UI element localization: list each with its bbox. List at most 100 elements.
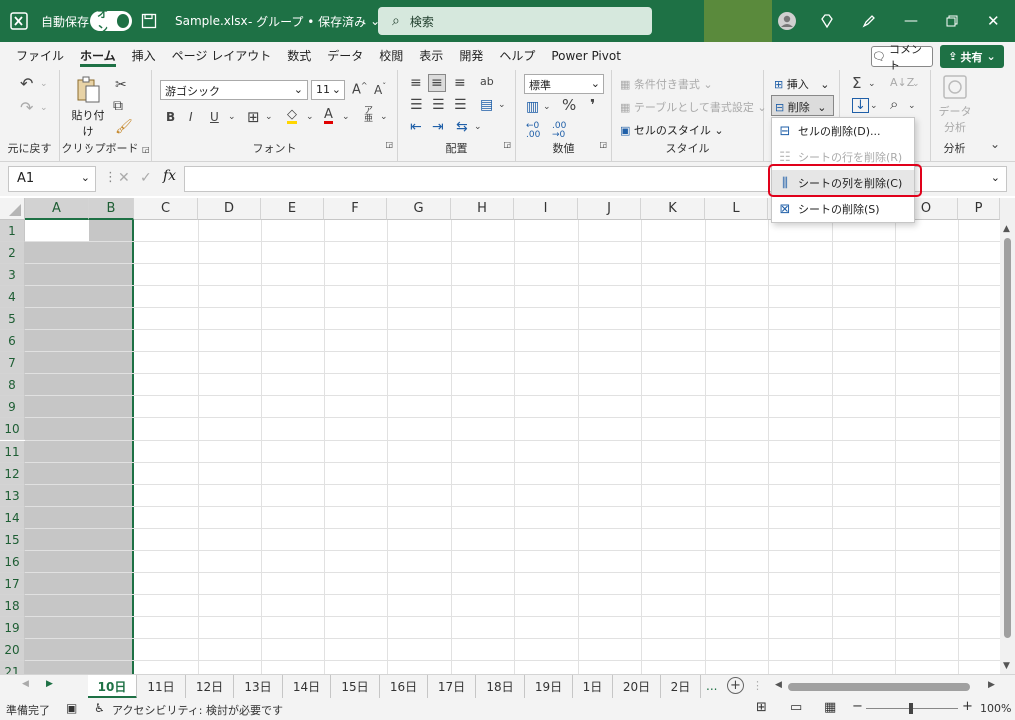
tab-file[interactable]: ファイル xyxy=(8,42,72,70)
search-box[interactable]: ⌕ 検索 xyxy=(378,7,652,35)
macro-record-icon[interactable]: ▣ xyxy=(66,701,77,715)
row-header[interactable]: 12 xyxy=(0,462,25,485)
save-icon[interactable] xyxy=(141,0,157,42)
tab-page-layout[interactable]: ページ レイアウト xyxy=(164,42,280,70)
row-header[interactable]: 3 xyxy=(0,264,25,287)
collapse-ribbon-icon[interactable]: ⌄ xyxy=(990,138,1000,150)
column-header[interactable]: K xyxy=(641,198,705,220)
sheet-tab[interactable]: 20日 xyxy=(613,675,661,699)
delete-button[interactable]: ⊟ 削除 ⌄ xyxy=(771,95,834,116)
sheet-tab[interactable]: 13日 xyxy=(234,675,283,699)
sheet-tab[interactable]: 17日 xyxy=(428,675,476,699)
vertical-scroll-thumb[interactable] xyxy=(1004,238,1011,638)
comment-button[interactable]: 🗨 コメント xyxy=(871,43,933,72)
tab-power-pivot[interactable]: Power Pivot xyxy=(543,42,629,70)
column-header[interactable]: I xyxy=(514,198,578,220)
vertical-scrollbar[interactable]: ▲ ▼ xyxy=(1000,198,1015,674)
menu-item-delete-sheet[interactable]: ⊠ シートの削除(S) xyxy=(772,196,914,222)
sheet-tab[interactable]: 19日 xyxy=(525,675,573,699)
tab-developer[interactable]: 開発 xyxy=(451,42,491,70)
align-center-icon[interactable]: ☰ xyxy=(432,98,445,112)
account-avatar[interactable] xyxy=(777,0,797,42)
row-header[interactable]: 15 xyxy=(0,528,25,551)
align-middle-icon[interactable]: ≡ xyxy=(428,74,446,92)
phonetic-icon[interactable]: ア亜 xyxy=(364,107,373,124)
zoom-in-icon[interactable]: + xyxy=(962,699,973,714)
increase-decimal-icon[interactable]: ←0.00 xyxy=(526,122,540,140)
normal-view-icon[interactable]: ⊞ xyxy=(756,700,767,715)
autosum-icon[interactable]: Σ xyxy=(852,76,861,91)
row-header[interactable]: 4 xyxy=(0,286,25,309)
column-header[interactable]: A xyxy=(25,198,89,220)
row-header[interactable]: 6 xyxy=(0,330,25,353)
data-analysis-button[interactable]: データ 分析 xyxy=(937,74,973,135)
row-header[interactable]: 7 xyxy=(0,352,25,375)
find-select-icon[interactable]: ⌕ xyxy=(890,97,898,112)
cancel-icon[interactable]: ✕ xyxy=(118,170,130,186)
prev-sheet-icon[interactable]: ◀ xyxy=(22,679,29,689)
zoom-out-icon[interactable]: − xyxy=(852,699,863,714)
enter-icon[interactable]: ✓ xyxy=(140,170,152,186)
font-color-icon[interactable]: A xyxy=(324,108,333,124)
sheet-tab[interactable]: 2日 xyxy=(661,675,701,699)
decrease-indent-icon[interactable]: ⇤ xyxy=(410,120,422,134)
sheet-tab[interactable]: 15日 xyxy=(331,675,380,699)
number-format-select[interactable]: 標準 ⌄ xyxy=(524,74,604,94)
row-header[interactable]: 10 xyxy=(0,418,25,441)
italic-icon[interactable]: I xyxy=(189,111,193,123)
bold-icon[interactable]: B xyxy=(166,111,175,123)
zoom-level[interactable]: 100% xyxy=(980,702,1011,715)
fill-icon[interactable]: ↓ xyxy=(852,98,869,113)
row-header[interactable]: 8 xyxy=(0,374,25,397)
tab-help[interactable]: ヘルプ xyxy=(491,42,543,70)
row-header[interactable]: 2 xyxy=(0,242,25,265)
name-box[interactable]: A1 ⌄ xyxy=(8,166,96,192)
tab-review[interactable]: 校閲 xyxy=(371,42,411,70)
worksheet-grid[interactable]: A B C D E F G H I J K L M N O P 12345678… xyxy=(0,198,1015,674)
row-header[interactable]: 13 xyxy=(0,484,25,507)
copy-icon[interactable]: ⧉ xyxy=(113,99,123,113)
align-top-icon[interactable]: ≡ xyxy=(410,76,422,90)
sheet-tab[interactable]: 18日 xyxy=(476,675,525,699)
autosave-toggle[interactable]: オン xyxy=(90,0,132,42)
column-header[interactable]: F xyxy=(324,198,387,220)
sheet-tab[interactable]: 10日 xyxy=(88,675,137,699)
active-cell[interactable] xyxy=(25,220,89,241)
column-header[interactable]: J xyxy=(578,198,641,220)
row-header[interactable]: 19 xyxy=(0,616,25,639)
minimize-icon[interactable]: — xyxy=(904,0,918,42)
align-left-icon[interactable]: ☰ xyxy=(410,98,423,112)
row-header[interactable]: 20 xyxy=(0,638,25,661)
column-header[interactable]: L xyxy=(705,198,768,220)
insert-button[interactable]: ⊞ 挿入 ⌄ xyxy=(774,76,829,92)
select-all-corner[interactable] xyxy=(0,198,25,220)
shrink-font-icon[interactable]: Aˇ xyxy=(374,83,386,97)
tab-formulas[interactable]: 数式 xyxy=(279,42,319,70)
expand-formula-icon[interactable]: ⌄ xyxy=(991,171,1000,184)
underline-icon[interactable]: U xyxy=(210,111,219,123)
percent-icon[interactable]: % xyxy=(562,98,576,113)
accessibility-status[interactable]: アクセシビリティ: 検討が必要です xyxy=(112,702,283,718)
tab-data[interactable]: データ xyxy=(319,42,371,70)
row-header[interactable]: 16 xyxy=(0,550,25,573)
scroll-down-icon[interactable]: ▼ xyxy=(1003,661,1010,671)
paste-button[interactable]: 貼り付け ⌄ xyxy=(68,76,108,149)
page-break-view-icon[interactable]: ▦ xyxy=(824,700,836,715)
font-size-select[interactable]: 11 ⌄ xyxy=(311,80,345,100)
column-header[interactable]: G xyxy=(387,198,451,220)
row-header[interactable]: 17 xyxy=(0,572,25,595)
diamond-icon[interactable] xyxy=(819,0,835,42)
more-sheets[interactable]: ... xyxy=(706,679,717,693)
sheet-tab[interactable]: 11日 xyxy=(137,675,186,699)
grow-font-icon[interactable]: A^ xyxy=(352,82,368,97)
close-icon[interactable]: ✕ xyxy=(987,0,1000,42)
row-header[interactable]: 9 xyxy=(0,396,25,419)
column-header[interactable]: H xyxy=(451,198,514,220)
border-icon[interactable]: ⊞ xyxy=(247,110,260,125)
redo-icon[interactable]: ↷ xyxy=(20,100,33,116)
decrease-decimal-icon[interactable]: .00 →0 xyxy=(552,122,566,140)
cell-styles-button[interactable]: ▣ セルのスタイル ⌄ xyxy=(620,122,724,138)
menu-item-delete-cells[interactable]: ⊟ セルの削除(D)... xyxy=(772,118,914,144)
comma-icon[interactable]: ❜ xyxy=(590,98,595,113)
insert-function-icon[interactable]: fx xyxy=(163,168,176,184)
